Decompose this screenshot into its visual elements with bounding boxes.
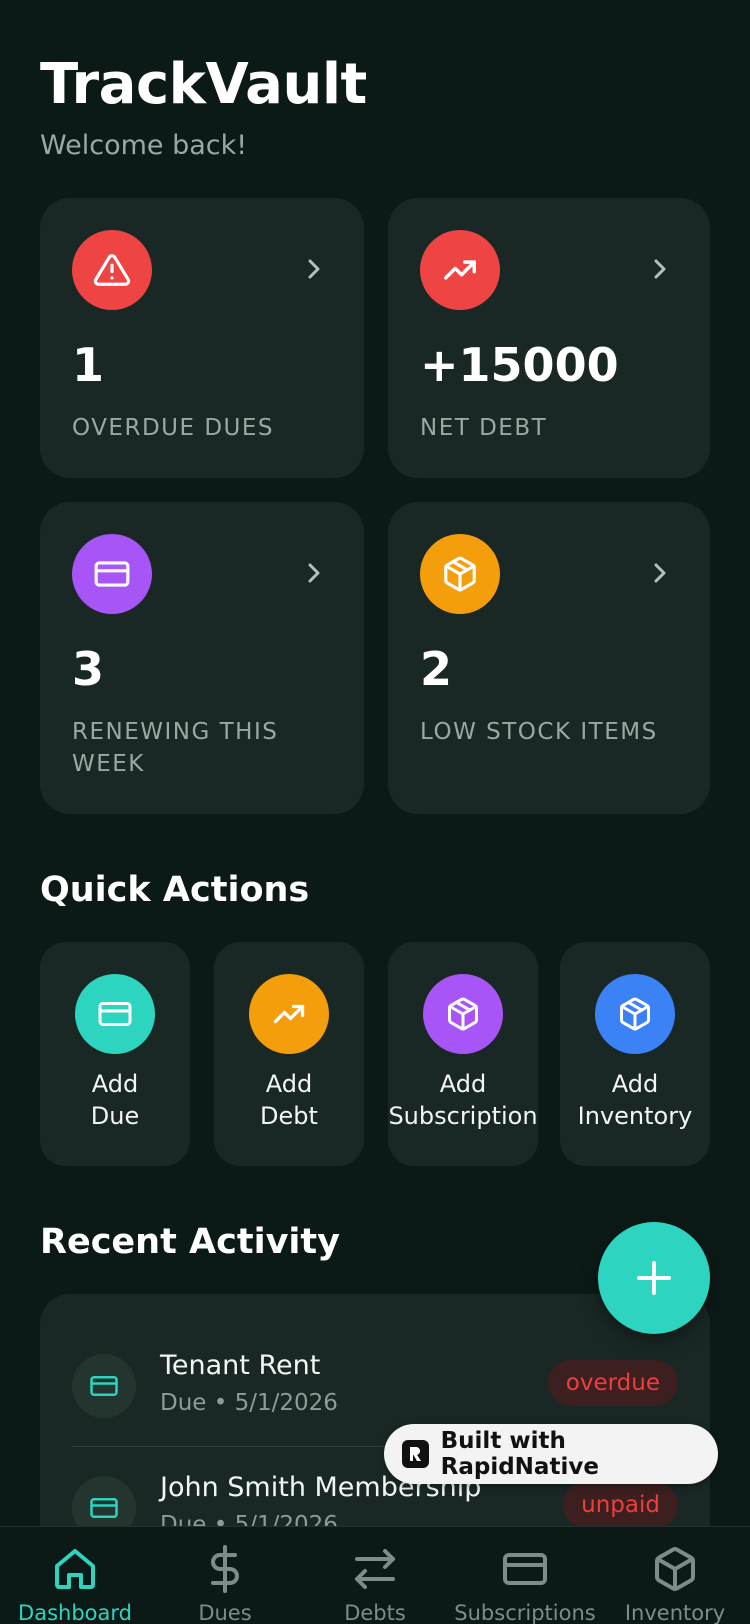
tab-label: Dashboard bbox=[18, 1601, 132, 1624]
bottom-tab-bar: Dashboard Dues Debts Subscriptions Inven… bbox=[0, 1526, 750, 1624]
quick-action-add-due[interactable]: Add Due bbox=[40, 942, 190, 1166]
add-fab-button[interactable] bbox=[598, 1222, 710, 1334]
stat-value: 3 bbox=[72, 642, 105, 696]
alert-triangle-icon bbox=[72, 230, 152, 310]
built-with-badge[interactable]: Built with RapidNative bbox=[384, 1424, 718, 1484]
stat-value: 2 bbox=[420, 642, 453, 696]
credit-card-icon bbox=[75, 974, 155, 1054]
stat-card-net-debt[interactable]: +15000 NET DEBT bbox=[388, 198, 710, 478]
stat-label: NET DEBT bbox=[420, 415, 548, 441]
tab-dues[interactable]: Dues bbox=[150, 1527, 300, 1624]
stat-label: LOW STOCK ITEMS bbox=[420, 719, 658, 745]
trending-up-icon bbox=[420, 230, 500, 310]
chevron-right-icon bbox=[654, 259, 666, 279]
package-icon bbox=[423, 974, 503, 1054]
built-with-text: Built with RapidNative bbox=[440, 1428, 599, 1480]
trending-up-icon bbox=[249, 974, 329, 1054]
package-icon bbox=[655, 1547, 695, 1591]
tab-inventory[interactable]: Inventory bbox=[600, 1527, 750, 1624]
credit-card-icon bbox=[72, 534, 152, 614]
home-icon bbox=[55, 1549, 95, 1589]
stat-value: 1 bbox=[72, 338, 105, 392]
page-title: TrackVault bbox=[40, 52, 367, 117]
status-badge: unpaid bbox=[563, 1482, 678, 1528]
quick-action-label: Add Debt bbox=[260, 1070, 318, 1130]
dollar-icon bbox=[211, 1545, 239, 1593]
rapidnative-logo-icon bbox=[402, 1440, 429, 1468]
stat-card-renewing[interactable]: 3 RENEWING THIS WEEK bbox=[40, 502, 364, 814]
dashboard-screen: TrackVault Welcome back! 1 OVERDUE DUES … bbox=[0, 0, 750, 1624]
stat-label: RENEWING THIS WEEK bbox=[72, 719, 279, 777]
chevron-right-icon bbox=[308, 563, 320, 583]
activity-subtitle: Due • 5/1/2026 bbox=[160, 1390, 338, 1416]
quick-action-label: Add Inventory bbox=[577, 1070, 693, 1130]
tab-label: Debts bbox=[344, 1601, 406, 1624]
quick-action-add-subscription[interactable]: Add Subscription bbox=[388, 942, 538, 1166]
tab-subscriptions[interactable]: Subscriptions bbox=[450, 1527, 600, 1624]
tab-label: Inventory bbox=[624, 1601, 726, 1624]
recent-activity-title: Recent Activity bbox=[40, 1222, 340, 1262]
arrows-swap-icon bbox=[355, 1549, 395, 1589]
package-icon bbox=[595, 974, 675, 1054]
chevron-right-icon bbox=[308, 259, 320, 279]
status-badge: overdue bbox=[547, 1360, 678, 1406]
chevron-right-icon bbox=[654, 563, 666, 583]
quick-actions-title: Quick Actions bbox=[40, 870, 310, 910]
stat-card-low-stock[interactable]: 2 LOW STOCK ITEMS bbox=[388, 502, 710, 814]
quick-action-add-debt[interactable]: Add Debt bbox=[214, 942, 364, 1166]
stat-value: +15000 bbox=[420, 338, 619, 392]
quick-action-label: Add Due bbox=[90, 1070, 140, 1130]
quick-action-add-inventory[interactable]: Add Inventory bbox=[560, 942, 710, 1166]
credit-card-icon bbox=[503, 1553, 547, 1585]
tab-label: Subscriptions bbox=[454, 1601, 596, 1624]
tab-label: Dues bbox=[198, 1601, 252, 1624]
package-icon bbox=[420, 534, 500, 614]
stat-label: OVERDUE DUES bbox=[72, 415, 275, 441]
activity-title: Tenant Rent bbox=[160, 1350, 321, 1381]
credit-card-icon bbox=[72, 1354, 136, 1418]
tab-debts[interactable]: Debts bbox=[300, 1527, 450, 1624]
tab-dashboard[interactable]: Dashboard bbox=[0, 1527, 150, 1624]
quick-action-label: Add Subscription bbox=[388, 1070, 538, 1130]
plus-icon bbox=[637, 1261, 671, 1295]
stat-card-overdue-dues[interactable]: 1 OVERDUE DUES bbox=[40, 198, 364, 478]
welcome-subtitle: Welcome back! bbox=[40, 130, 248, 161]
